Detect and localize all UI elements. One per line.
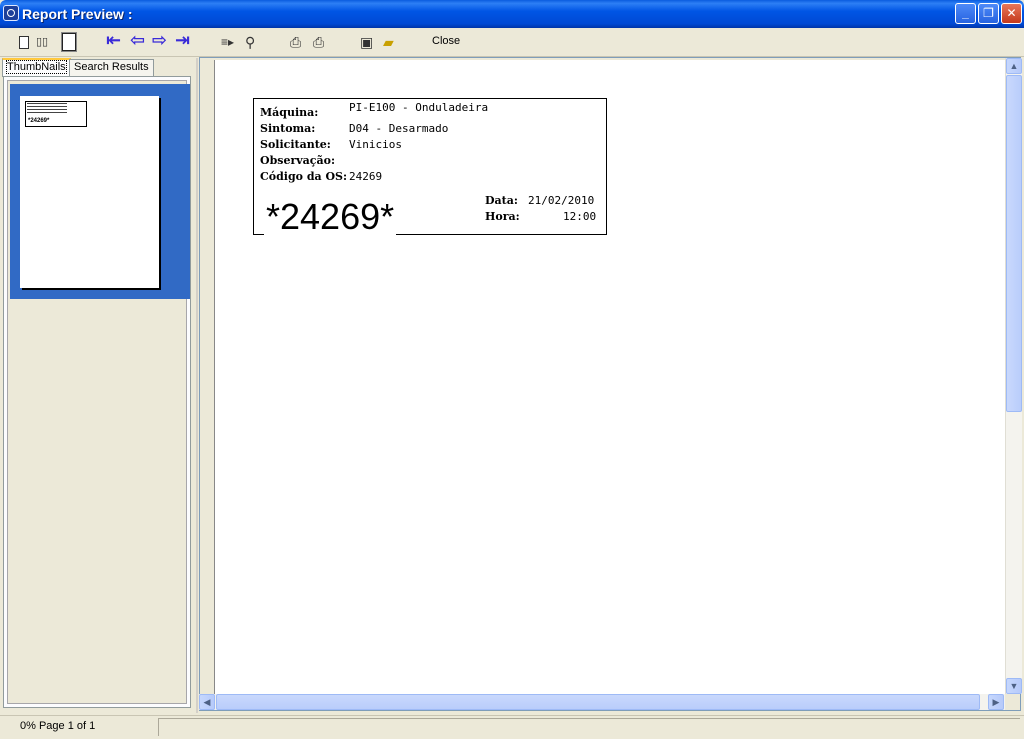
status-progress-cell: 0% Page 1 of 1 — [0, 718, 158, 736]
close-window-button[interactable]: ✕ — [1001, 3, 1022, 24]
horizontal-scroll-thumb[interactable] — [216, 694, 980, 710]
status-progress: 0% — [20, 720, 36, 732]
toolbar: ▯▯ ⇤ ⇦ ⇨ ⇥ ≡▸ ⚲ ⎙ ⎙ ▣ ▰ — [0, 28, 1024, 57]
vertical-scroll-thumb[interactable] — [1006, 75, 1022, 412]
tab-thumbnails-label: ThumbNails — [6, 60, 67, 74]
scroll-up-icon[interactable]: ▲ — [1006, 58, 1022, 74]
find-icon[interactable]: ⚲ — [245, 32, 255, 52]
open-icon[interactable]: ▰ — [383, 32, 394, 52]
status-page-info: Page 1 of 1 — [38, 720, 96, 732]
time-value: 12:00 — [563, 210, 597, 223]
status-empty-cell — [158, 718, 1020, 736]
restore-button[interactable]: ❐ — [978, 3, 999, 24]
machine-label: Máquina: — [260, 106, 319, 119]
thumbnails-list: *24269* — [7, 80, 190, 704]
requester-label: Solicitante: — [260, 138, 331, 151]
title-bar: Report Preview : _ ❐ ✕ — [0, 0, 1024, 28]
scroll-left-icon[interactable]: ◀ — [199, 694, 215, 710]
thumbnail-item-selected[interactable]: *24269* — [10, 84, 190, 299]
scroll-right-icon[interactable]: ▶ — [988, 694, 1004, 710]
machine-value: PI-E100 - Onduladeira — [349, 101, 489, 114]
horizontal-scrollbar[interactable]: ◀ ▶ — [199, 694, 1005, 710]
observation-label: Observação: — [260, 154, 336, 167]
app-icon[interactable] — [3, 5, 19, 21]
preview-area: Máquina: PI-E100 - Onduladeira Sintoma: … — [199, 57, 1021, 711]
tab-search-results-label: Search Results — [74, 61, 149, 73]
barcode: *24269* — [264, 195, 397, 239]
first-page-icon[interactable]: ⇤ — [106, 30, 121, 50]
date-value: 21/02/2010 — [528, 194, 595, 207]
next-page-icon[interactable]: ⇨ — [152, 30, 167, 50]
report-page: Máquina: PI-E100 - Onduladeira Sintoma: … — [214, 60, 1005, 694]
two-pages-icon[interactable]: ▯▯ — [36, 32, 48, 52]
vertical-scrollbar[interactable]: ▲ ▼ — [1005, 58, 1022, 694]
status-bar: 0% Page 1 of 1 — [0, 715, 1024, 739]
tab-search-results[interactable]: Search Results — [69, 59, 154, 76]
single-page-icon[interactable] — [19, 36, 29, 49]
save-icon[interactable]: ▣ — [360, 32, 373, 52]
date-label: Data: — [485, 194, 518, 207]
report-box: Máquina: PI-E100 - Onduladeira Sintoma: … — [253, 98, 607, 239]
thumbnails-panel: *24269* — [3, 76, 191, 708]
os-code-label: Código da OS: — [260, 170, 348, 183]
time-label: Hora: — [485, 210, 520, 223]
tab-thumbnails[interactable]: ThumbNails — [2, 58, 71, 77]
symptom-value: D04 - Desarmado — [349, 122, 449, 135]
symptom-label: Sintoma: — [260, 122, 316, 135]
whole-page-icon[interactable] — [61, 32, 77, 52]
thumbnail-lines — [27, 103, 67, 115]
close-button[interactable]: Close — [432, 35, 460, 47]
os-code-value: 24269 — [349, 170, 383, 183]
print-icon[interactable]: ⎙ — [313, 32, 324, 52]
prev-page-icon[interactable]: ⇦ — [130, 30, 145, 50]
scroll-down-icon[interactable]: ▼ — [1006, 678, 1022, 694]
goto-page-icon[interactable]: ≡▸ — [221, 32, 234, 52]
requester-value: Vinicios — [349, 138, 402, 151]
printer-setup-icon[interactable]: ⎙ — [290, 32, 301, 52]
minimize-button[interactable]: _ — [955, 3, 976, 24]
thumbnail-page[interactable]: *24269* — [20, 96, 159, 288]
thumbnail-barcode: *24269* — [28, 118, 50, 124]
splitter[interactable] — [196, 58, 198, 713]
window-title: Report Preview : — [22, 6, 133, 22]
thumbnail-report-miniature: *24269* — [25, 101, 87, 127]
last-page-icon[interactable]: ⇥ — [175, 30, 190, 50]
